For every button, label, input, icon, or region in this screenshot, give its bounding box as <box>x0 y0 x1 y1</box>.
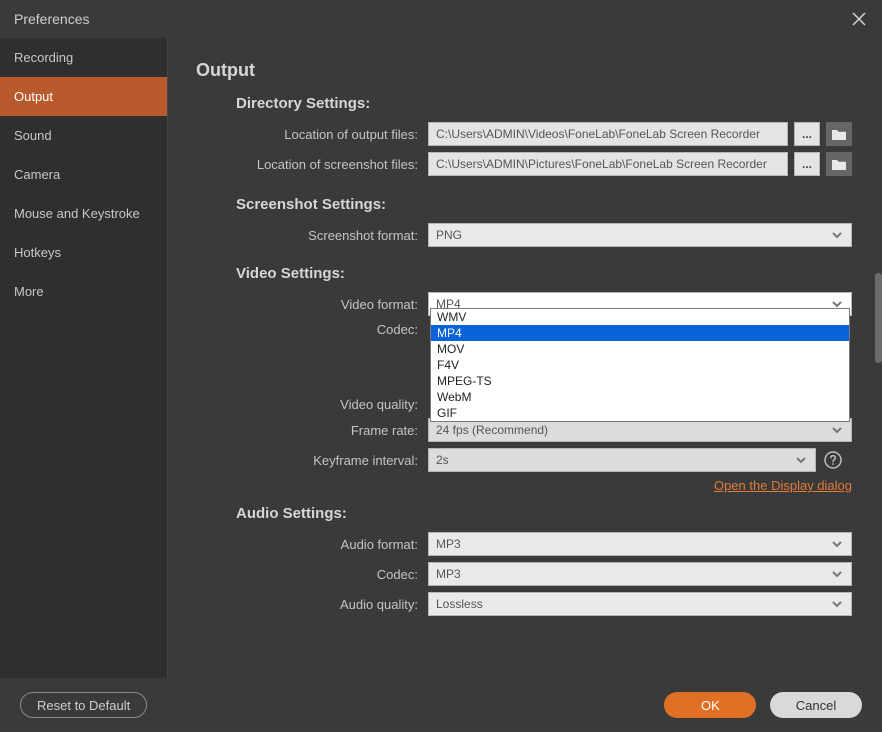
ok-button[interactable]: OK <box>664 692 756 718</box>
sidebar-item-mouse-keystroke[interactable]: Mouse and Keystroke <box>0 194 167 233</box>
input-screenshot-location[interactable]: C:\Users\ADMIN\Pictures\FoneLab\FoneLab … <box>428 152 788 176</box>
sidebar: Recording Output Sound Camera Mouse and … <box>0 38 168 678</box>
row-display-link: Open the Display dialog <box>196 478 852 493</box>
label-video-codec: Codec: <box>196 322 428 337</box>
select-audio-quality[interactable]: Lossless <box>428 592 852 616</box>
close-icon[interactable] <box>850 10 868 28</box>
sidebar-item-label: Hotkeys <box>14 245 61 260</box>
dropdown-option-f4v[interactable]: F4V <box>431 357 849 373</box>
sidebar-item-output[interactable]: Output <box>0 77 167 116</box>
row-keyframe-interval: Keyframe interval: 2s <box>196 448 852 472</box>
label-audio-codec: Codec: <box>196 567 428 582</box>
help-icon[interactable] <box>824 451 842 469</box>
sidebar-item-label: Mouse and Keystroke <box>14 206 140 221</box>
label-video-quality: Video quality: <box>196 397 428 412</box>
chevron-down-icon <box>830 537 844 551</box>
chevron-down-icon <box>794 453 808 467</box>
row-screenshot-location: Location of screenshot files: C:\Users\A… <box>196 152 852 176</box>
label-keyframe-interval: Keyframe interval: <box>196 453 428 468</box>
input-output-location[interactable]: C:\Users\ADMIN\Videos\FoneLab\FoneLab Sc… <box>428 122 788 146</box>
sidebar-item-camera[interactable]: Camera <box>0 155 167 194</box>
chevron-down-icon <box>830 228 844 242</box>
row-audio-format: Audio format: MP3 <box>196 532 852 556</box>
folder-icon <box>831 128 847 141</box>
titlebar: Preferences <box>0 0 882 38</box>
video-format-dropdown[interactable]: WMV MP4 MOV F4V MPEG-TS WebM GIF <box>430 308 850 422</box>
label-video-format: Video format: <box>196 297 428 312</box>
section-screenshot: Screenshot Settings: <box>236 196 852 213</box>
sidebar-item-hotkeys[interactable]: Hotkeys <box>0 233 167 272</box>
label-screenshot-format: Screenshot format: <box>196 228 428 243</box>
dropdown-option-mpeg-ts[interactable]: MPEG-TS <box>431 373 849 389</box>
scrollbar[interactable] <box>875 273 882 363</box>
section-directory: Directory Settings: <box>236 95 852 112</box>
body: Recording Output Sound Camera Mouse and … <box>0 38 882 678</box>
row-screenshot-format: Screenshot format: PNG <box>196 223 852 247</box>
sidebar-item-label: Sound <box>14 128 52 143</box>
open-output-folder-button[interactable] <box>826 122 852 146</box>
label-output-location: Location of output files: <box>196 127 428 142</box>
select-audio-format[interactable]: MP3 <box>428 532 852 556</box>
page-title: Output <box>196 60 852 81</box>
section-audio: Audio Settings: <box>236 505 852 522</box>
label-frame-rate: Frame rate: <box>196 423 428 438</box>
label-screenshot-location: Location of screenshot files: <box>196 157 428 172</box>
cancel-button[interactable]: Cancel <box>770 692 862 718</box>
dropdown-option-wmv[interactable]: WMV <box>431 309 849 325</box>
reset-to-default-button[interactable]: Reset to Default <box>20 692 147 718</box>
chevron-down-icon <box>830 567 844 581</box>
open-screenshot-folder-button[interactable] <box>826 152 852 176</box>
sidebar-item-more[interactable]: More <box>0 272 167 311</box>
dropdown-option-webm[interactable]: WebM <box>431 389 849 405</box>
sidebar-item-recording[interactable]: Recording <box>0 38 167 77</box>
row-audio-codec: Codec: MP3 <box>196 562 852 586</box>
browse-screenshot-button[interactable]: ... <box>794 152 820 176</box>
dropdown-option-mp4[interactable]: MP4 <box>431 325 849 341</box>
label-audio-format: Audio format: <box>196 537 428 552</box>
select-keyframe-interval[interactable]: 2s <box>428 448 816 472</box>
browse-output-button[interactable]: ... <box>794 122 820 146</box>
row-output-location: Location of output files: C:\Users\ADMIN… <box>196 122 852 146</box>
sidebar-item-label: Camera <box>14 167 60 182</box>
row-audio-quality: Audio quality: Lossless <box>196 592 852 616</box>
label-audio-quality: Audio quality: <box>196 597 428 612</box>
section-video: Video Settings: <box>236 265 852 282</box>
sidebar-item-sound[interactable]: Sound <box>0 116 167 155</box>
sidebar-item-label: Output <box>14 89 53 104</box>
chevron-down-icon <box>830 597 844 611</box>
select-audio-codec[interactable]: MP3 <box>428 562 852 586</box>
content: Output Directory Settings: Location of o… <box>168 38 882 678</box>
sidebar-item-label: More <box>14 284 44 299</box>
sidebar-item-label: Recording <box>14 50 73 65</box>
select-screenshot-format[interactable]: PNG <box>428 223 852 247</box>
footer: Reset to Default OK Cancel <box>0 678 882 732</box>
dropdown-option-mov[interactable]: MOV <box>431 341 849 357</box>
chevron-down-icon <box>830 423 844 437</box>
dropdown-option-gif[interactable]: GIF <box>431 405 849 421</box>
folder-icon <box>831 158 847 171</box>
window-title: Preferences <box>14 11 89 27</box>
open-display-dialog-link[interactable]: Open the Display dialog <box>714 478 852 493</box>
